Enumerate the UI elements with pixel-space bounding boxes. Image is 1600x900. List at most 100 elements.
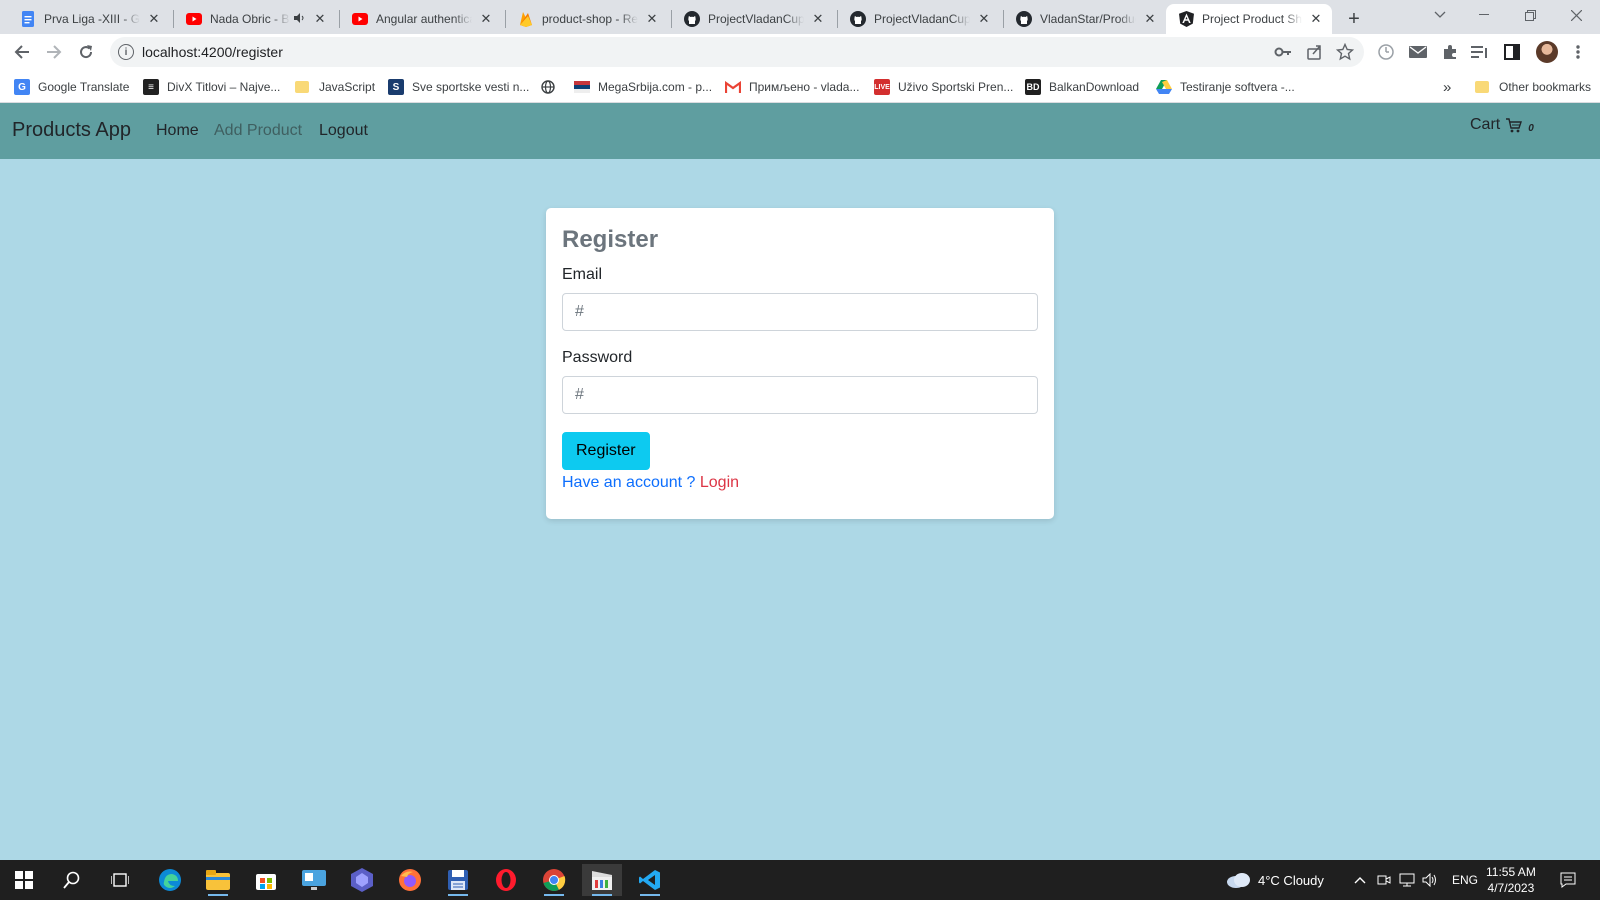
chrome-icon[interactable] [534,864,574,896]
bookmark-javascript-folder[interactable]: JavaScript [295,78,375,96]
bookmark-label: DivX Titlovi – Najve... [167,80,281,94]
angular-icon [1178,11,1194,27]
extension-clock-icon[interactable] [1376,42,1396,62]
task-view-icon[interactable] [100,864,140,896]
have-account-line: Have an account ? Login [562,474,1038,492]
power-automate-icon[interactable] [342,864,382,896]
opera-icon[interactable] [486,864,526,896]
reload-button[interactable] [72,38,100,66]
browser-tab[interactable]: Angular authentication ✕ [340,4,502,34]
close-tab-icon[interactable]: ✕ [644,11,660,27]
email-input[interactable] [562,293,1038,331]
store-icon[interactable] [246,864,286,896]
close-tab-icon[interactable]: ✕ [312,11,328,27]
bookmark-google-translate[interactable]: G Google Translate [14,78,129,96]
close-tab-icon[interactable]: ✕ [976,11,992,27]
bookmark-label: Sve sportske vesti n... [412,80,530,94]
browser-tab[interactable]: Nada Obric - Bol ✕ [174,4,336,34]
speaker-icon[interactable] [294,12,306,26]
browser-tab[interactable]: Prva Liga -XIII - Google Docs ✕ [8,4,170,34]
password-input[interactable] [562,376,1038,414]
nav-logout-link[interactable]: Logout [319,122,368,140]
share-icon[interactable] [1306,43,1324,65]
close-tab-icon[interactable]: ✕ [146,11,162,27]
edge-browser-icon[interactable] [150,864,190,896]
clock-date: 4/7/2023 [1487,881,1535,895]
mail-extension-icon[interactable] [1408,42,1428,62]
url-text: localhost:4200/register [142,44,283,60]
bookmark-balkandownload[interactable]: BD BalkanDownload [1025,78,1139,96]
bookmark-live-sport[interactable]: LIVE Uživo Sportski Pren... [874,78,1013,96]
restore-icon[interactable] [1508,0,1552,30]
close-tab-icon[interactable]: ✕ [1308,11,1324,27]
show-hidden-icons-button[interactable] [1354,860,1366,900]
cart-label: Cart [1470,115,1501,133]
github-icon [1016,11,1032,27]
new-tab-button[interactable]: + [1341,6,1367,32]
youtube-icon [186,11,202,27]
bookmark-testiranje[interactable]: Testiranje softvera -... [1156,78,1295,96]
close-tab-icon[interactable]: ✕ [810,11,826,27]
folder-icon [1475,81,1489,93]
close-window-icon[interactable] [1554,0,1598,30]
browser-tab-strip: Prva Liga -XIII - Google Docs ✕ Nada Obr… [0,0,1600,34]
browser-tab[interactable]: product-shop - Realtime ✕ [506,4,668,34]
volume-icon[interactable] [1422,860,1438,900]
remote-desktop-icon[interactable] [294,864,334,896]
clock[interactable]: 11:55 AM 4/7/2023 [1486,860,1536,900]
bookmark-gmail[interactable]: Примљено - vlada... [725,78,859,96]
floppy-app-icon[interactable] [438,864,478,896]
divx-icon: ≡ [143,79,159,95]
network-icon[interactable] [1399,860,1415,900]
notifications-icon[interactable] [1560,860,1576,900]
search-icon[interactable] [52,864,92,896]
bookmark-sport-news[interactable]: S Sve sportske vesti n... [388,78,529,96]
nav-add-product-link[interactable]: Add Product [214,122,302,140]
browser-tab[interactable]: VladanStar/Product ✕ [1004,4,1166,34]
nav-home-link[interactable]: Home [156,122,199,140]
login-link[interactable]: Login [700,474,739,491]
weather-widget[interactable]: 4°C Cloudy [1226,860,1324,900]
site-info-icon[interactable]: i [118,44,134,60]
profile-avatar[interactable] [1536,41,1558,63]
address-bar[interactable]: i localhost:4200/register [110,37,1364,67]
other-bookmarks-folder[interactable]: Other bookmarks [1475,78,1591,96]
browser-tab-active[interactable]: Project Product Shop ✕ [1166,4,1332,34]
bookmark-divx[interactable]: ≡ DivX Titlovi – Najve... [143,78,280,96]
more-menu-icon[interactable] [1568,42,1588,62]
tab-search-icon[interactable] [1418,0,1462,30]
bookmark-megasrbija[interactable]: MegaSrbija.com - p... [574,78,712,96]
media-playlist-icon[interactable] [1470,42,1490,62]
bookmark-label: Uživo Sportski Pren... [898,80,1014,94]
close-tab-icon[interactable]: ✕ [1142,11,1158,27]
forward-button[interactable] [40,38,68,66]
bookmark-star-icon[interactable] [1335,42,1355,65]
back-button[interactable] [8,38,36,66]
vscode-icon[interactable] [630,864,670,896]
have-account-text: Have an account ? [562,474,696,491]
close-tab-icon[interactable]: ✕ [478,11,494,27]
chevron-up-icon [1354,877,1366,884]
browser-tab[interactable]: ProjectVladanCuprija ✕ [672,4,834,34]
side-panel-icon[interactable] [1502,42,1522,62]
tab-title: VladanStar/Product [1040,12,1136,26]
meet-now-icon[interactable] [1377,860,1391,900]
language-indicator[interactable]: ENG [1452,860,1478,900]
clapperboard-app-icon[interactable] [582,864,622,896]
windows-start-icon[interactable] [4,864,44,896]
minimize-icon[interactable] [1462,0,1506,30]
browser-tab[interactable]: ProjectVladanCuprija ✕ [838,4,1000,34]
cart-link[interactable]: Cart 0 [1470,115,1534,135]
bookmarks-overflow-button[interactable]: » [1443,78,1451,96]
password-key-icon[interactable] [1274,43,1292,65]
bookmark-globe[interactable] [540,78,564,96]
google-docs-icon [20,11,36,27]
email-label: Email [562,266,603,283]
cart-count-badge: 0 [1528,123,1534,134]
file-explorer-icon[interactable] [198,864,238,896]
register-submit-button[interactable]: Register [562,432,650,470]
brand-logo[interactable]: Products App [12,119,131,142]
extensions-puzzle-icon[interactable] [1440,42,1460,62]
cloud-icon [1227,873,1250,888]
firefox-icon[interactable] [390,864,430,896]
